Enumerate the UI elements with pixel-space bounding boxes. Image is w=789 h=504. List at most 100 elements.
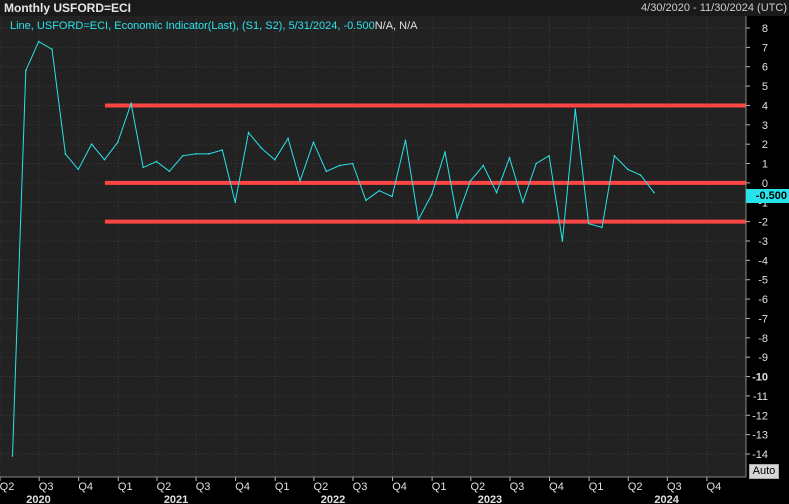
data-point <box>221 149 224 151</box>
x-tick-label: Q1 <box>275 481 290 493</box>
y-tick-label: -3 <box>758 236 768 248</box>
data-point <box>273 158 276 161</box>
data-point <box>391 195 393 198</box>
x-tick-label: Q3 <box>510 481 525 493</box>
data-point <box>64 153 67 155</box>
x-year-label: 2020 <box>26 494 50 504</box>
data-point <box>11 455 14 457</box>
data-point <box>574 108 577 111</box>
page-title: Monthly USFORD=ECI <box>4 1 132 15</box>
data-point <box>653 191 655 194</box>
y-tick-label: 7 <box>762 42 768 54</box>
x-tick-label: Q2 <box>470 481 485 493</box>
data-point <box>90 143 93 145</box>
data-point <box>469 180 472 182</box>
data-point <box>535 162 537 165</box>
data-point <box>508 156 511 159</box>
y-tick-label: -4 <box>758 255 768 267</box>
x-tick-label: Q3 <box>353 481 368 493</box>
y-tick-label: -12 <box>752 410 768 422</box>
data-point <box>495 191 498 194</box>
data-point <box>522 201 524 204</box>
auto-scale-button[interactable]: Auto <box>749 464 779 479</box>
y-tick-label: -8 <box>758 333 768 345</box>
data-point <box>587 222 590 225</box>
data-point <box>404 139 407 142</box>
x-tick-label: Q4 <box>707 481 722 493</box>
y-tick-label: -6 <box>758 294 768 306</box>
x-tick-label: Q3 <box>196 481 211 493</box>
data-point <box>561 240 564 242</box>
data-point <box>234 201 236 204</box>
data-point <box>430 193 433 196</box>
y-tick-label: 1 <box>762 159 768 171</box>
data-point <box>325 170 328 173</box>
x-tick-label: Q4 <box>78 481 93 493</box>
data-point <box>77 168 80 171</box>
x-tick-label: Q1 <box>118 481 133 493</box>
data-point <box>444 151 446 153</box>
data-point <box>130 102 132 105</box>
y-tick-label: -14 <box>752 449 768 461</box>
data-point <box>168 170 171 173</box>
legend: Line, USFORD=ECI, Economic Indicator(Las… <box>10 20 418 32</box>
data-point <box>378 189 381 192</box>
data-point <box>103 158 106 161</box>
y-tick-label: -11 <box>753 391 768 403</box>
x-year-label: 2022 <box>321 494 345 504</box>
data-point <box>51 48 53 51</box>
data-point <box>287 137 289 140</box>
data-point <box>417 218 420 221</box>
data-point <box>117 141 119 144</box>
data-point <box>548 155 550 157</box>
y-tick-label: 4 <box>762 100 768 112</box>
data-point <box>601 226 603 229</box>
y-tick-label: -2 <box>758 217 768 229</box>
y-tick-label: -13 <box>752 430 768 442</box>
x-tick-label: Q1 <box>432 481 447 493</box>
data-point <box>24 69 27 72</box>
y-tick-label: 6 <box>762 62 768 74</box>
x-tick-label: Q4 <box>392 481 407 493</box>
data-point <box>338 164 341 167</box>
data-point <box>639 174 642 176</box>
y-tick-label: 5 <box>762 81 768 93</box>
x-tick-label: Q3 <box>39 481 54 493</box>
legend-series-text: Line, USFORD=ECI, Economic Indicator(Las… <box>10 20 375 32</box>
y-tick-label: 3 <box>762 120 768 132</box>
data-point <box>482 164 485 167</box>
x-tick-label: Q2 <box>0 481 14 493</box>
x-tick-label: Q1 <box>589 481 604 493</box>
chart-header-bar: Monthly USFORD=ECI 4/30/2020 - 11/30/202… <box>0 0 789 17</box>
data-point <box>142 166 144 169</box>
data-point <box>194 153 197 155</box>
chart-canvas[interactable]: 876543210-1-2-3-4-5-6-7-8-9-10-11-12-13-… <box>0 16 789 504</box>
data-point <box>247 131 250 134</box>
x-tick-label: Q2 <box>628 481 643 493</box>
date-range-label: 4/30/2020 - 11/30/2024 (UTC) <box>641 2 787 14</box>
x-year-label: 2021 <box>164 494 188 504</box>
data-point <box>37 40 40 43</box>
x-tick-label: Q2 <box>157 481 172 493</box>
x-tick-label: Q4 <box>549 481 564 493</box>
data-point <box>155 160 158 163</box>
data-point <box>181 155 184 157</box>
plot-area <box>0 16 746 477</box>
x-tick-label: Q3 <box>667 481 682 493</box>
x-tick-label: Q4 <box>235 481 250 493</box>
y-tick-label: -9 <box>758 352 768 364</box>
y-tick-label: -5 <box>758 275 768 287</box>
y-tick-label: -10 <box>752 372 768 384</box>
legend-na-text: N/A, N/A <box>374 20 418 32</box>
data-point <box>365 199 367 202</box>
x-tick-label: Q2 <box>314 481 329 493</box>
data-point <box>260 147 263 149</box>
last-value-badge: -0.500 <box>746 189 789 203</box>
y-tick-label: -7 <box>758 313 768 325</box>
data-point <box>299 180 301 182</box>
x-year-label: 2024 <box>654 494 679 504</box>
data-point <box>208 153 210 155</box>
data-point <box>351 162 354 165</box>
x-year-label: 2023 <box>478 494 502 504</box>
data-point <box>613 155 616 157</box>
